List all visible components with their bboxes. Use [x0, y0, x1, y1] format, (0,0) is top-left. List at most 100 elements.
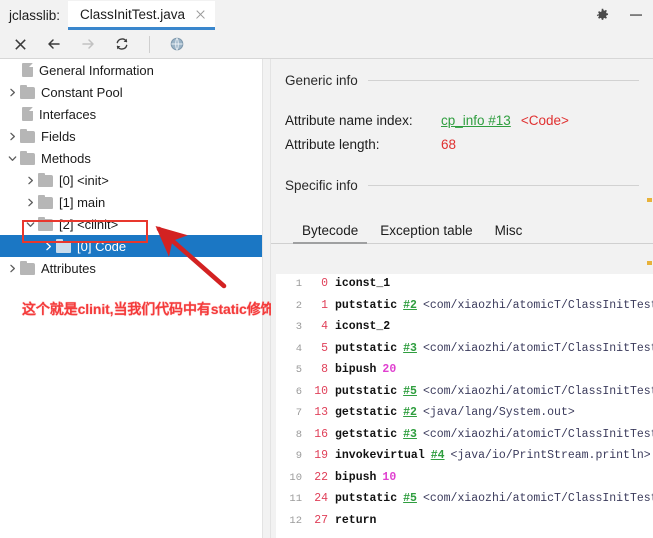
- constant-pool-ref[interactable]: #5: [403, 385, 417, 398]
- constant-pool-ref[interactable]: #3: [403, 428, 417, 441]
- attribute-name-index-row: Attribute name index: cp_info #13 <Code>: [271, 113, 653, 128]
- close-icon[interactable]: [194, 8, 207, 21]
- folder-icon: [38, 194, 53, 209]
- attribute-length-label: Attribute length:: [285, 137, 380, 152]
- bytecode-offset: 22: [314, 470, 328, 484]
- folder-icon: [20, 128, 35, 143]
- bytecode-immediate: 10: [382, 470, 397, 484]
- bytecode-comment: <java/lang/System.out>: [422, 406, 575, 419]
- line-number: 10: [289, 471, 302, 484]
- line-number: 7: [295, 407, 302, 419]
- chevron-right-icon[interactable]: [40, 238, 56, 254]
- specific-info-title: Specific info: [285, 178, 358, 193]
- forward-icon: [78, 34, 98, 54]
- bytecode-comment: <java/io/PrintStream.println>: [450, 449, 651, 462]
- bytecode-mnemonic: invokevirtual: [335, 449, 425, 462]
- browse-icon[interactable]: [167, 34, 187, 54]
- line-number: 8: [295, 428, 302, 441]
- tree-item-attributes[interactable]: Attributes: [0, 257, 262, 279]
- gear-icon[interactable]: [593, 6, 611, 24]
- tab-exception-table[interactable]: Exception table: [369, 223, 483, 243]
- chevron-right-icon[interactable]: [4, 84, 20, 100]
- editor-tab-label: ClassInitTest.java: [80, 6, 186, 22]
- bytecode-mnemonic: iconst_2: [335, 320, 391, 333]
- bytecode-line: 4 5 putstatic #3 <com/xiaozhi/atomicT/ClassI…: [276, 339, 653, 361]
- tab-bytecode[interactable]: Bytecode: [291, 223, 369, 244]
- bytecode-offset: 24: [314, 492, 328, 505]
- chevron-right-icon[interactable]: [22, 194, 38, 210]
- bytecode-comment: <com/xiaozhi/atomicT/ClassInitTest.: [422, 427, 653, 441]
- tree-item-label: [0] <init>: [59, 172, 109, 188]
- bytecode-offset: 8: [321, 363, 328, 376]
- line-number: 5: [295, 364, 302, 376]
- folder-icon: [20, 260, 35, 275]
- tree-rows: General Information Constant Pool Interfac…: [0, 59, 262, 279]
- scrollbar-marker[interactable]: [647, 261, 652, 265]
- tree-item-2-clinit[interactable]: [2] <clinit>: [0, 213, 262, 235]
- tree-item-1-main[interactable]: [1] main: [0, 191, 262, 213]
- tree-item-0-init[interactable]: [0] <init>: [0, 169, 262, 191]
- bytecode-offset: 16: [314, 427, 328, 441]
- reload-icon[interactable]: [112, 34, 132, 54]
- bytecode-mnemonic: getstatic: [335, 406, 398, 419]
- bytecode-mnemonic: putstatic: [335, 341, 398, 355]
- line-number: 1: [295, 278, 302, 290]
- scrollbar-marker[interactable]: [647, 198, 652, 202]
- bytecode-mnemonic: bipush: [335, 470, 377, 484]
- tree-item-constant-pool[interactable]: Constant Pool: [0, 81, 262, 103]
- chevron-right-icon[interactable]: [4, 260, 20, 276]
- bytecode-line: 11 24 putstatic #5 <com/xiaozhi/atomicT/Clas…: [276, 489, 653, 511]
- folder-icon: [38, 216, 53, 231]
- tree-item-0-code[interactable]: [0] Code: [0, 235, 262, 257]
- tree-item-label: Constant Pool: [41, 84, 123, 100]
- constant-pool-ref[interactable]: #5: [403, 492, 417, 505]
- bytecode-listing[interactable]: 1 0 iconst_1 2 1 putstatic #2 <com/xiaozhi/atom…: [276, 274, 653, 538]
- bytecode-mnemonic: putstatic: [335, 298, 398, 312]
- tree-item-methods[interactable]: Methods: [0, 147, 262, 169]
- specific-info-tabstrip: Bytecode Exception table Misc: [271, 218, 653, 244]
- line-number: 9: [295, 450, 302, 462]
- bytecode-line: 10 22 bipush 10: [276, 468, 653, 490]
- chevron-right-icon[interactable]: [22, 172, 38, 188]
- attribute-name-index-link[interactable]: cp_info #13: [441, 113, 511, 128]
- tree-item-interfaces[interactable]: Interfaces: [0, 103, 262, 125]
- constant-pool-ref[interactable]: #2: [403, 299, 417, 312]
- bytecode-mnemonic: putstatic: [335, 384, 398, 398]
- folder-icon: [38, 172, 53, 187]
- bytecode-mnemonic: return: [335, 513, 377, 527]
- tree-item-general-information[interactable]: General Information: [0, 59, 262, 81]
- bytecode-line: 7 13 getstatic #2 <java/lang/System.out>: [276, 403, 653, 425]
- constant-pool-ref[interactable]: #3: [403, 342, 417, 355]
- document-icon: [22, 107, 33, 121]
- constant-pool-ref[interactable]: #4: [431, 449, 445, 462]
- window-controls: [593, 0, 653, 30]
- editor-tab-classinittest[interactable]: ClassInitTest.java: [68, 1, 216, 30]
- tree-item-fields[interactable]: Fields: [0, 125, 262, 147]
- tree-item-label: Methods: [41, 150, 91, 166]
- bytecode-offset: 27: [314, 513, 328, 527]
- bytecode-line: 9 19 invokevirtual #4 <java/io/PrintStream.p…: [276, 446, 653, 468]
- bytecode-comment: <com/xiaozhi/atomicT/ClassInitTest.: [422, 341, 653, 355]
- tree-item-label: [1] main: [59, 194, 106, 210]
- tab-misc[interactable]: Misc: [484, 223, 534, 243]
- chevron-right-icon[interactable]: [4, 128, 20, 144]
- tree-item-label: Attributes: [41, 260, 96, 276]
- generic-info-header: Generic info: [271, 73, 653, 88]
- generic-info-rule: [367, 80, 639, 81]
- bytecode-comment: <com/xiaozhi/atomicT/ClassInitTest.: [422, 298, 653, 312]
- panel-splitter[interactable]: [262, 59, 271, 538]
- bytecode-mnemonic: putstatic: [335, 492, 398, 505]
- constant-pool-ref[interactable]: #2: [403, 406, 417, 419]
- chevron-down-icon[interactable]: [22, 216, 38, 232]
- chevron-down-icon[interactable]: [4, 150, 20, 166]
- bytecode-offset: 0: [321, 277, 328, 290]
- back-icon[interactable]: [44, 34, 64, 54]
- line-number: 3: [295, 321, 302, 333]
- titlebar: jclasslib: ClassInitTest.java: [0, 0, 653, 30]
- class-structure-tree[interactable]: General Information Constant Pool Interfac…: [0, 59, 262, 538]
- bytecode-line: 1 0 iconst_1: [276, 274, 653, 296]
- bytecode-offset: 5: [321, 341, 328, 355]
- close-icon[interactable]: [10, 34, 30, 54]
- attribute-length-value: 68: [441, 137, 457, 152]
- minimize-icon[interactable]: [627, 6, 645, 24]
